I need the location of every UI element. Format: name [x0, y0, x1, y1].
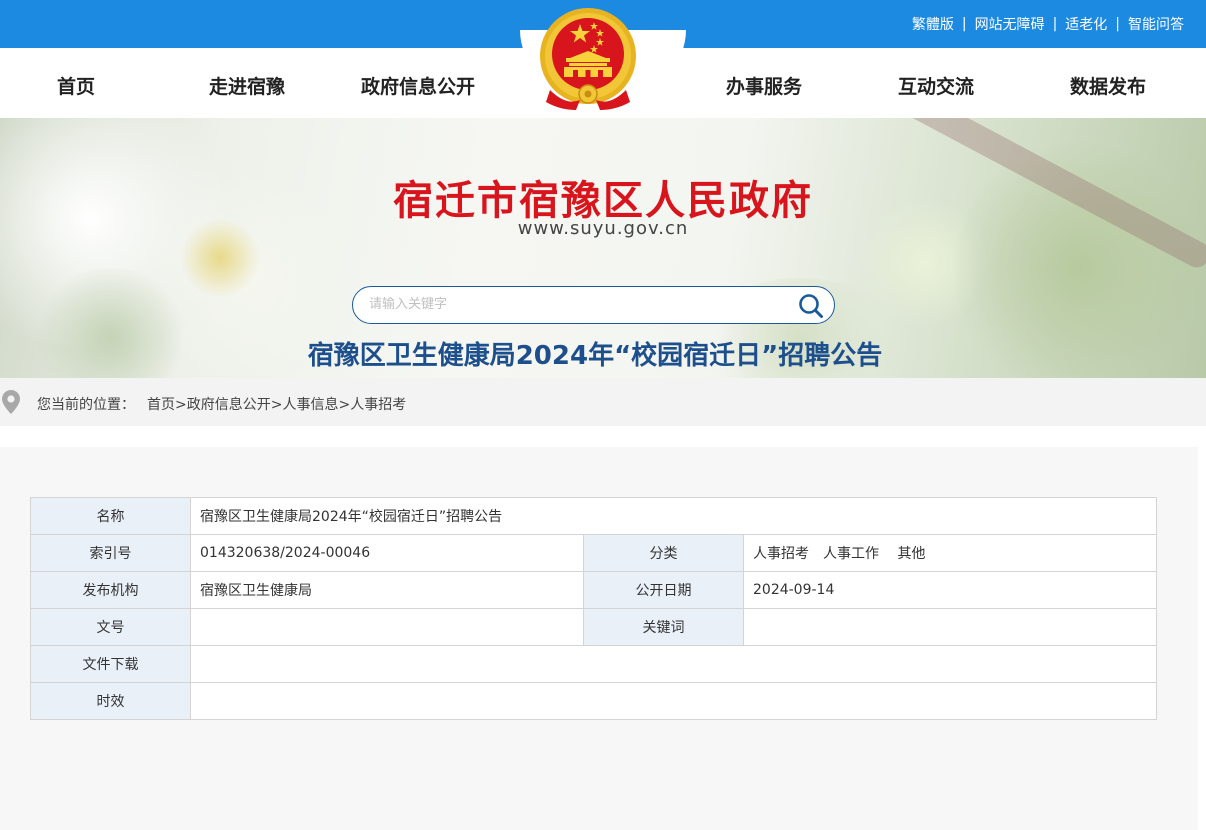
- table-row: 发布机构 宿豫区卫生健康局 公开日期 2024-09-14: [30, 571, 1157, 609]
- separator: |: [961, 16, 967, 32]
- document-meta-table: 名称 宿豫区卫生健康局2024年“校园宿迁日”招聘公告 索引号 01432063…: [30, 497, 1157, 720]
- breadcrumb-label: 您当前的位置：: [37, 397, 135, 413]
- validity-label: 时效: [30, 682, 191, 720]
- location-pin-icon: [2, 390, 20, 414]
- content-area: 名称 宿豫区卫生健康局2024年“校园宿迁日”招聘公告 索引号 01432063…: [0, 447, 1198, 830]
- search-box: [352, 286, 835, 324]
- breadcrumb-separator: >: [175, 397, 187, 413]
- article-title: 宿豫区卫生健康局2024年“校园宿迁日”招聘公告: [307, 341, 883, 371]
- download-label: 文件下载: [30, 645, 191, 683]
- smart-qa-link[interactable]: 智能问答: [1128, 14, 1184, 34]
- breadcrumb: 首页>政府信息公开>人事信息>人事招考: [147, 394, 406, 414]
- top-links: 繁體版 | 网站无障碍 | 适老化 | 智能问答: [912, 14, 1184, 34]
- publisher-label: 发布机构: [30, 571, 191, 609]
- category-value: 人事招考 人事工作 其他: [743, 534, 1157, 572]
- breadcrumb-separator: >: [338, 397, 351, 413]
- breadcrumb-gov-info[interactable]: 政府信息公开: [187, 397, 271, 413]
- docno-label: 文号: [30, 608, 191, 646]
- table-row: 名称 宿豫区卫生健康局2024年“校园宿迁日”招聘公告: [30, 497, 1157, 535]
- name-value: 宿豫区卫生健康局2024年“校园宿迁日”招聘公告: [190, 497, 1157, 535]
- download-value: [190, 645, 1157, 683]
- search-icon[interactable]: [798, 293, 824, 319]
- separator: |: [1052, 16, 1058, 32]
- national-emblem-icon: [536, 6, 640, 118]
- nav-data-release[interactable]: 数据发布: [1070, 72, 1146, 99]
- index-label: 索引号: [30, 534, 191, 572]
- accessibility-link[interactable]: 网站无障碍: [975, 14, 1045, 34]
- table-row: 索引号 014320638/2024-00046 分类 人事招考 人事工作 其他: [30, 534, 1157, 572]
- elderly-mode-link[interactable]: 适老化: [1065, 14, 1107, 34]
- breadcrumb-recruitment[interactable]: 人事招考: [350, 397, 406, 413]
- separator: |: [1115, 16, 1120, 32]
- validity-value: [190, 682, 1157, 720]
- table-row: 文件下载: [30, 645, 1157, 683]
- nav-home[interactable]: 首页: [57, 72, 95, 99]
- nav-gov-info-disclosure[interactable]: 政府信息公开: [361, 72, 475, 99]
- keywords-label: 关键词: [583, 608, 744, 646]
- search-input[interactable]: [369, 296, 769, 311]
- keywords-value: [743, 608, 1157, 646]
- nav-about-suyu[interactable]: 走进宿豫: [209, 72, 285, 99]
- breadcrumb-personnel-info[interactable]: 人事信息: [282, 397, 338, 413]
- nav-interaction[interactable]: 互动交流: [898, 72, 974, 99]
- breadcrumb-separator: >: [270, 397, 283, 413]
- breadcrumb-home[interactable]: 首页: [147, 397, 175, 413]
- docno-value: [190, 608, 584, 646]
- category-label: 分类: [583, 534, 744, 572]
- table-row: 时效: [30, 682, 1157, 720]
- traditional-chinese-link[interactable]: 繁體版: [912, 14, 954, 34]
- date-value: 2024-09-14: [743, 571, 1157, 609]
- site-url: www.suyu.gov.cn: [517, 218, 689, 239]
- name-label: 名称: [30, 497, 191, 535]
- index-value: 014320638/2024-00046: [190, 534, 584, 572]
- table-row: 文号 关键词: [30, 608, 1157, 646]
- nav-services[interactable]: 办事服务: [726, 72, 802, 99]
- breadcrumb-bar: 您当前的位置： 首页>政府信息公开>人事信息>人事招考: [0, 378, 1206, 426]
- date-label: 公开日期: [583, 571, 744, 609]
- publisher-value: 宿豫区卫生健康局: [190, 571, 584, 609]
